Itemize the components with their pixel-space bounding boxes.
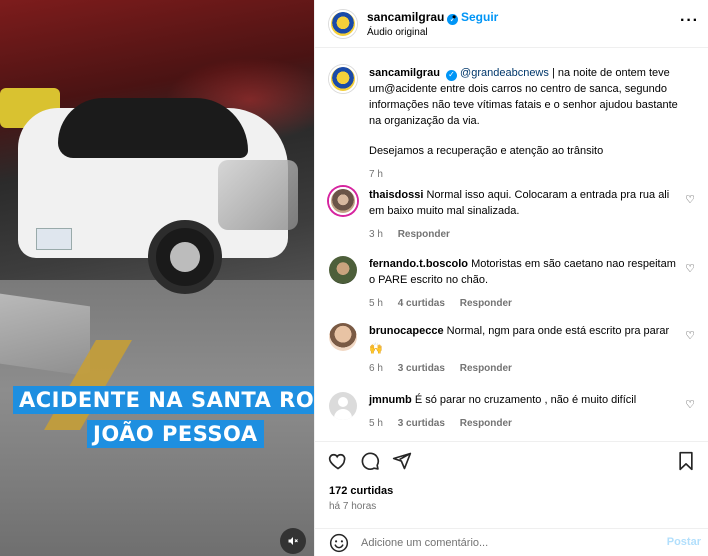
commenter-avatar[interactable]: [329, 187, 357, 215]
comment-like-heart-icon[interactable]: ♡: [685, 262, 695, 275]
comment-like-heart-icon[interactable]: ♡: [685, 398, 695, 411]
reply-button[interactable]: Responder: [460, 418, 512, 429]
comments-section[interactable]: sancamilgrau ✓ @grandeabcnews | na noite…: [315, 49, 708, 441]
more-options-icon[interactable]: ···: [680, 12, 699, 30]
video-caption-line-1: ACIDENTE NA SANTA ROSA COM A: [13, 386, 314, 414]
comment-time: 6 h: [369, 363, 383, 374]
comment-like-heart-icon[interactable]: ♡: [685, 193, 695, 206]
video-frame: [0, 0, 314, 556]
comment-likes-count[interactable]: 3 curtidas: [398, 363, 445, 374]
likes-count[interactable]: 172 curtidas: [329, 485, 393, 497]
comment-text: Normal, ngm para onde está escrito pra p…: [446, 325, 670, 337]
caption-time: 7 h: [369, 169, 383, 180]
comment-time: 5 h: [369, 418, 383, 429]
separator-dot: •: [452, 10, 457, 24]
white-car: [18, 70, 314, 310]
comment-input[interactable]: [361, 534, 651, 552]
reply-button[interactable]: Responder: [460, 298, 512, 309]
commenter-avatar[interactable]: [329, 256, 357, 284]
comment-username[interactable]: fernando.t.boscolo: [369, 258, 468, 270]
reply-button[interactable]: Responder: [398, 229, 450, 240]
reply-button[interactable]: Responder: [460, 363, 512, 374]
commenter-avatar[interactable]: [329, 323, 357, 351]
comment-likes-count[interactable]: 4 curtidas: [398, 298, 445, 309]
caption-username[interactable]: sancamilgrau: [369, 67, 440, 79]
post-header: sancamilgrau ✓ • Seguir Áudio original ··…: [315, 0, 708, 48]
mute-button[interactable]: [280, 528, 306, 554]
speaker-muted-icon: [288, 537, 298, 545]
comment-like-heart-icon[interactable]: ♡: [685, 329, 695, 342]
bookmark-icon: [679, 451, 693, 471]
emoji-icon: [329, 533, 349, 553]
comment-username[interactable]: thaisdossi: [369, 189, 423, 201]
verified-badge-icon: ✓: [445, 69, 457, 81]
author-avatar[interactable]: [329, 65, 357, 93]
comment-likes-count[interactable]: 3 curtidas: [398, 418, 445, 429]
car-wheel: [148, 220, 222, 294]
video-caption-line-2: JOÃO PESSOA: [87, 420, 264, 448]
like-button[interactable]: [327, 450, 349, 472]
heart-icon: [328, 453, 346, 470]
comment-icon: [361, 452, 380, 470]
comment-time: 5 h: [369, 298, 383, 309]
post-actions: 172 curtidas há 7 horas: [315, 441, 708, 535]
post-time: há 7 horas: [329, 501, 377, 512]
comment-button[interactable]: [359, 450, 381, 472]
comment-text: É só parar no cruzamento , não é muito d…: [414, 394, 637, 406]
audio-link[interactable]: Áudio original: [367, 27, 428, 38]
add-comment-bar: Postar: [315, 528, 708, 556]
raised-hands-emoji: 🙌: [369, 343, 383, 355]
post-video[interactable]: ACIDENTE NA SANTA ROSA COM A JOÃO PESSOA: [0, 0, 314, 556]
share-icon: [392, 452, 412, 470]
author-avatar[interactable]: [329, 10, 357, 38]
comment-username[interactable]: brunocapecce: [369, 325, 444, 337]
author-username[interactable]: sancamilgrau ✓: [367, 10, 459, 25]
emoji-picker-button[interactable]: [329, 533, 349, 553]
share-button[interactable]: [391, 450, 413, 472]
comment-time: 3 h: [369, 229, 383, 240]
post-comment-button[interactable]: Postar: [667, 536, 701, 548]
license-plate: [36, 228, 72, 250]
follow-button[interactable]: Seguir: [461, 10, 498, 24]
caption-text-2: Desejamos a recuperação e atenção ao trâ…: [369, 145, 604, 157]
commenter-avatar[interactable]: [329, 392, 357, 420]
comment-username[interactable]: jmnumb: [369, 394, 412, 406]
caption-mention[interactable]: @grandeabcnews: [460, 67, 549, 79]
save-button[interactable]: [675, 450, 697, 472]
post-side-panel: sancamilgrau ✓ • Seguir Áudio original ··…: [314, 0, 708, 556]
